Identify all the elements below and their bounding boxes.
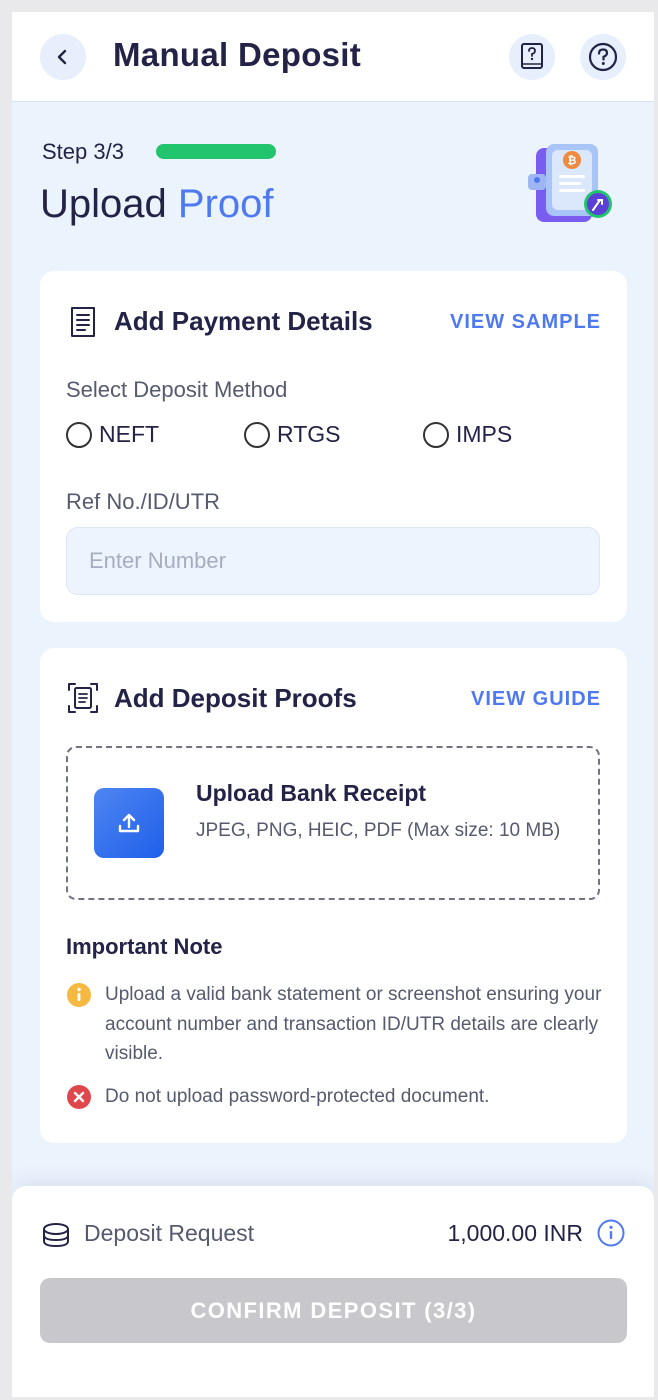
radio-rtgs[interactable]: RTGS <box>244 421 340 448</box>
upload-button[interactable] <box>94 788 164 858</box>
step-label: Step 3/3 <box>42 139 124 164</box>
book-question-icon <box>521 43 543 69</box>
deposit-proofs-card: Add Deposit Proofs VIEW GUIDE Upload Ban… <box>40 648 627 1143</box>
note-item-warning: Upload a valid bank statement or screens… <box>66 980 606 1069</box>
footer-panel: Deposit Request 1,000.00 INR CONFIRM DEP… <box>12 1186 654 1397</box>
radio-button[interactable] <box>66 421 92 448</box>
document-list-icon <box>71 307 95 337</box>
deposit-request-label: Deposit Request <box>84 1220 255 1246</box>
view-sample-link[interactable]: VIEW SAMPLE <box>450 311 601 334</box>
ref-number-input[interactable] <box>66 527 600 595</box>
guide-button[interactable] <box>509 34 555 80</box>
coins-stack-icon <box>43 1223 69 1248</box>
radio-label: IMPS <box>456 421 513 447</box>
deposit-method-label: Select Deposit Method <box>66 377 288 402</box>
radio-button[interactable] <box>244 421 270 448</box>
back-button[interactable] <box>40 34 86 80</box>
important-note-title: Important Note <box>66 934 223 959</box>
heading-text: Upload <box>40 182 167 226</box>
chevron-left-icon <box>57 49 67 65</box>
deposit-amount: 1,000.00 INR <box>447 1220 583 1246</box>
scan-document-icon <box>68 683 98 713</box>
upload-title: Upload Bank Receipt <box>196 780 427 806</box>
error-x-icon <box>67 1085 91 1109</box>
upload-icon <box>118 813 140 833</box>
radio-neft[interactable]: NEFT <box>66 421 159 448</box>
confirm-deposit-button[interactable]: CONFIRM DEPOSIT (3/3) <box>40 1278 627 1343</box>
radio-imps[interactable]: IMPS <box>423 421 512 448</box>
note-text: Do not upload password-protected documen… <box>105 1086 490 1107</box>
payment-details-title: Add Payment Details <box>114 306 373 336</box>
page-heading: Upload Proof <box>40 182 274 227</box>
payment-details-card: Add Payment Details VIEW SAMPLE Select D… <box>40 271 627 622</box>
view-guide-link[interactable]: VIEW GUIDE <box>471 688 601 711</box>
upload-dropzone[interactable]: Upload Bank Receipt JPEG, PNG, HEIC, PDF… <box>66 746 600 900</box>
app-frame: Manual Deposit Step 3/3 Upload Proof ₿ A… <box>12 12 654 1397</box>
ref-number-label: Ref No./ID/UTR <box>66 489 221 514</box>
upload-subtitle: JPEG, PNG, HEIC, PDF (Max size: 10 MB) <box>196 820 561 841</box>
deposit-proofs-title: Add Deposit Proofs <box>114 683 357 713</box>
radio-button[interactable] <box>423 421 449 448</box>
page-title: Manual Deposit <box>113 36 362 73</box>
question-circle-icon <box>588 42 618 72</box>
note-item-error: Do not upload password-protected documen… <box>66 1082 606 1112</box>
svg-text:₿: ₿ <box>568 154 577 167</box>
help-button[interactable] <box>580 34 626 80</box>
note-text: Upload a valid bank statement or screens… <box>105 984 602 1064</box>
step-progress-bar <box>156 144 276 159</box>
document-upload-illustration-icon: ₿ <box>528 144 612 222</box>
radio-label: NEFT <box>99 421 160 447</box>
heading-accent: Proof <box>177 182 274 226</box>
info-icon[interactable] <box>597 1219 625 1247</box>
info-warning-icon <box>67 983 91 1007</box>
app-header: Manual Deposit <box>12 12 654 102</box>
radio-label: RTGS <box>277 421 341 447</box>
